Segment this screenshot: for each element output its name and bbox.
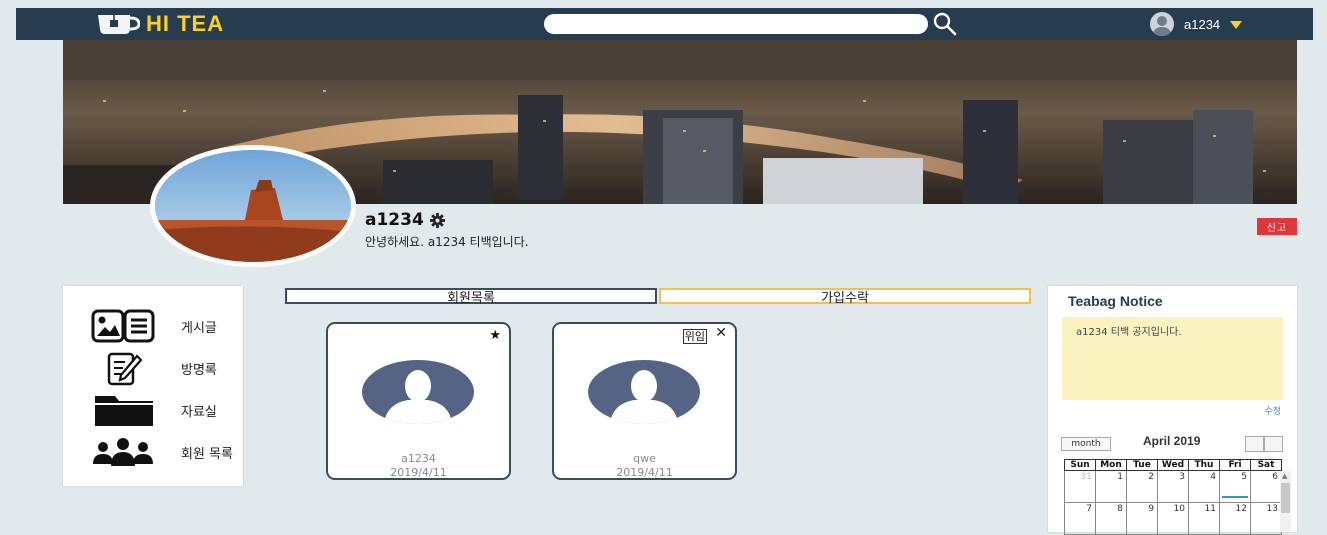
weekday-header: Thu xyxy=(1188,459,1220,471)
weekday-header: Tue xyxy=(1126,459,1158,471)
image-list-icon xyxy=(91,308,155,344)
member-join-date: 2019/4/11 xyxy=(616,466,673,479)
user-avatar xyxy=(1150,12,1174,36)
logo-text: HI TEA xyxy=(146,11,225,36)
day-number: 13 xyxy=(1266,504,1278,514)
member-avatar xyxy=(362,360,474,424)
search-input[interactable] xyxy=(544,14,928,34)
day-number: 31 xyxy=(1080,472,1092,482)
calendar-day[interactable]: 31 xyxy=(1064,470,1096,503)
tab-approve[interactable]: 가입수락 xyxy=(659,288,1031,306)
member-name: qwe xyxy=(633,452,656,465)
day-number: 1 xyxy=(1117,472,1123,482)
today-indicator xyxy=(1222,496,1248,498)
calendar-title: April 2019 xyxy=(1143,434,1201,448)
teacup-icon xyxy=(98,15,140,34)
day-number: 11 xyxy=(1204,504,1216,514)
gear-icon[interactable] xyxy=(429,212,445,228)
search-icon[interactable] xyxy=(932,12,958,36)
logo[interactable]: HI TEA xyxy=(96,11,224,37)
calendar-day[interactable]: 3 xyxy=(1157,470,1189,503)
sidebar: 게시글 방명록 자료실 회원 목록 xyxy=(63,286,243,486)
profile-name-text: a1234 xyxy=(365,210,424,230)
calendar-day[interactable]: 10 xyxy=(1157,502,1189,535)
sidebar-item-archive[interactable]: 자료실 xyxy=(63,390,243,430)
scroll-up-icon[interactable]: ▲ xyxy=(1282,472,1287,480)
calendar-day[interactable]: 4 xyxy=(1188,470,1220,503)
weekday-header: Mon xyxy=(1095,459,1127,471)
top-navbar: HI TEA a1234 xyxy=(16,8,1313,40)
member-name: a1234 xyxy=(401,452,436,465)
member-join-date: 2019/4/11 xyxy=(390,466,447,479)
weekday-header: Sun xyxy=(1064,459,1096,471)
username: a1234 xyxy=(1184,16,1221,32)
chevron-down-icon[interactable] xyxy=(1230,21,1243,29)
day-number: 5 xyxy=(1241,472,1247,482)
sidebar-item-guestbook[interactable]: 방명록 xyxy=(63,348,243,388)
day-number: 3 xyxy=(1179,472,1185,482)
close-icon[interactable]: ✕ xyxy=(715,326,727,340)
member-card[interactable]: ★ a1234 2019/4/11 xyxy=(326,322,511,480)
calendar-day[interactable]: 7 xyxy=(1064,502,1096,535)
member-card[interactable]: 위임 ✕ qwe 2019/4/11 xyxy=(552,322,737,480)
day-number: 4 xyxy=(1210,472,1216,482)
month-view-button[interactable]: month xyxy=(1061,437,1111,451)
calendar-day-today[interactable]: 5 xyxy=(1219,470,1251,503)
day-number: 8 xyxy=(1117,504,1123,514)
sidebar-item-members[interactable]: 회원 목록 xyxy=(63,432,243,472)
star-icon: ★ xyxy=(489,328,501,343)
sidebar-item-label: 방명록 xyxy=(181,362,217,378)
calendar-day[interactable]: 12 xyxy=(1219,502,1251,535)
report-button[interactable]: 신고 xyxy=(1257,218,1297,235)
notice-panel: Teabag Notice a1234 티백 공지입니다. 수정 month A… xyxy=(1048,286,1297,535)
person-icon xyxy=(1153,16,1171,36)
day-number: 12 xyxy=(1235,504,1247,514)
sidebar-item-posts[interactable]: 게시글 xyxy=(63,306,243,346)
delegate-button[interactable]: 위임 xyxy=(682,329,707,344)
day-number: 7 xyxy=(1086,504,1092,514)
member-avatar xyxy=(588,360,700,424)
sidebar-item-label: 자료실 xyxy=(181,404,217,420)
weekday-header: Wed xyxy=(1157,459,1189,471)
calendar-day[interactable]: 1 xyxy=(1095,470,1127,503)
weekday-header: Sat xyxy=(1250,459,1282,471)
calendar-day[interactable]: 11 xyxy=(1188,502,1220,535)
notice-title: Teabag Notice xyxy=(1068,293,1163,309)
user-menu[interactable]: a1234 xyxy=(1150,11,1243,37)
calendar-grid: Sun Mon Tue Wed Thu Fri Sat 31 1 2 3 4 5… xyxy=(1064,459,1282,535)
day-number: 6 xyxy=(1272,472,1278,482)
calendar-prev-button[interactable] xyxy=(1245,436,1264,452)
profile-avatar xyxy=(150,145,356,267)
notepad-pen-icon xyxy=(91,350,155,386)
calendar-day[interactable]: 13 xyxy=(1250,502,1282,535)
day-number: 9 xyxy=(1148,504,1154,514)
profile-greeting: 안녕하세요. a1234 티백입니다. xyxy=(365,235,529,249)
sidebar-item-label: 게시글 xyxy=(181,320,217,336)
folder-icon xyxy=(91,392,155,428)
tab-members[interactable]: 회원목록 xyxy=(285,288,657,306)
day-number: 2 xyxy=(1148,472,1154,482)
scrollbar-thumb[interactable] xyxy=(1281,483,1290,513)
day-number: 10 xyxy=(1173,504,1185,514)
sidebar-item-label: 회원 목록 xyxy=(181,446,233,462)
calendar-day[interactable]: 2 xyxy=(1126,470,1158,503)
profile-name: a1234 xyxy=(365,210,445,230)
group-icon xyxy=(91,434,155,470)
calendar-next-button[interactable] xyxy=(1264,436,1283,452)
edit-notice-link[interactable]: 수정 xyxy=(1264,404,1281,417)
calendar-day[interactable]: 8 xyxy=(1095,502,1127,535)
calendar-day[interactable]: 9 xyxy=(1126,502,1158,535)
calendar-scrollbar[interactable]: ▲ xyxy=(1280,471,1291,532)
notice-content: a1234 티백 공지입니다. xyxy=(1062,317,1283,400)
calendar-day[interactable]: 6 xyxy=(1250,470,1282,503)
weekday-header: Fri xyxy=(1219,459,1251,471)
